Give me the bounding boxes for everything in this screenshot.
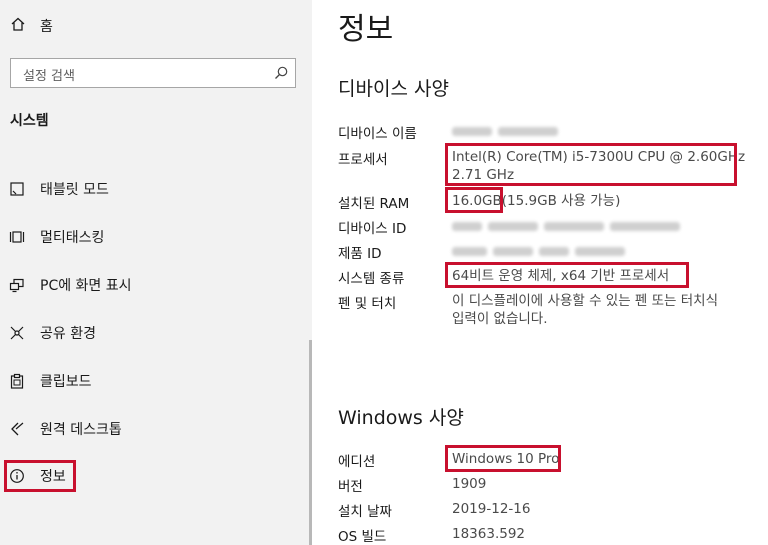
sidebar-item-multitasking[interactable]: 멀티태스킹	[8, 223, 104, 251]
ram-label: 설치된 RAM	[338, 196, 410, 212]
home-label: 홈	[40, 19, 53, 35]
multitasking-icon	[8, 228, 26, 246]
edition-highlight-box	[445, 445, 561, 472]
settings-search-input[interactable]: 설정 검색	[10, 58, 296, 88]
home-nav-item[interactable]: 홈	[10, 14, 53, 38]
sidebar-section-title: 시스템	[10, 113, 49, 129]
sidebar-item-label: PC에 화면 표시	[40, 278, 132, 294]
remote-desktop-icon	[8, 420, 26, 438]
product-id-value-redacted	[452, 242, 631, 260]
sidebar-item-label: 태블릿 모드	[40, 182, 109, 198]
home-icon	[10, 16, 26, 36]
device-name-label: 디바이스 이름	[338, 126, 417, 142]
device-name-value-redacted	[452, 122, 564, 140]
pen-touch-label: 펜 및 터치	[338, 296, 397, 312]
sidebar-item-label: 클립보드	[40, 374, 92, 390]
system-type-highlight-box	[445, 262, 689, 288]
settings-sidebar: 홈 설정 검색 시스템 태블릿 모드 멀티태스킹 PC에 화면 표시 공유 환경	[0, 0, 312, 545]
version-label: 버전	[338, 479, 363, 495]
edition-label: 에디션	[338, 454, 376, 470]
about-page: 정보 디바이스 사양 디바이스 이름 프로세서 Intel(R) Core(TM…	[312, 0, 768, 545]
sidebar-item-shared-experiences[interactable]: 공유 환경	[8, 319, 96, 347]
search-icon[interactable]	[273, 65, 289, 85]
product-id-label: 제품 ID	[338, 246, 382, 262]
device-id-label: 디바이스 ID	[338, 221, 407, 237]
version-value: 1909	[452, 476, 487, 492]
sidebar-item-label: 공유 환경	[40, 326, 96, 342]
sidebar-item-clipboard[interactable]: 클립보드	[8, 367, 92, 395]
sidebar-item-label: 원격 데스크톱	[40, 422, 122, 438]
processor-label: 프로세서	[338, 152, 388, 168]
sidebar-item-remote-desktop[interactable]: 원격 데스크톱	[8, 415, 122, 443]
pen-touch-value: 이 디스플레이에 사용할 수 있는 펜 또는 터치식 입력이 없습니다.	[452, 292, 762, 328]
about-highlight-box	[4, 460, 76, 492]
search-placeholder: 설정 검색	[23, 69, 75, 84]
pen-touch-value-line1: 이 디스플레이에 사용할 수 있는 펜 또는 터치식	[452, 293, 719, 309]
clipboard-icon	[8, 372, 26, 390]
ram-highlight-box	[445, 187, 503, 213]
os-build-value: 18363.592	[452, 526, 526, 542]
sidebar-item-label: 멀티태스킹	[40, 230, 105, 246]
install-date-value: 2019-12-16	[452, 501, 531, 517]
device-specs-heading: 디바이스 사양	[338, 78, 449, 100]
os-build-label: OS 빌드	[338, 529, 387, 545]
page-title: 정보	[338, 12, 394, 47]
shared-experiences-icon	[8, 324, 26, 342]
processor-highlight-box	[445, 143, 737, 186]
system-type-label: 시스템 종류	[338, 271, 405, 287]
install-date-label: 설치 날짜	[338, 504, 392, 520]
sidebar-item-project-to-pc[interactable]: PC에 화면 표시	[8, 271, 132, 299]
project-to-pc-icon	[8, 276, 26, 294]
tablet-mode-icon	[8, 180, 26, 198]
windows-specs-heading: Windows 사양	[338, 407, 464, 429]
device-id-value-redacted	[452, 217, 686, 235]
sidebar-item-tablet-mode[interactable]: 태블릿 모드	[8, 175, 109, 203]
pen-touch-value-line2: 입력이 없습니다.	[452, 311, 548, 327]
